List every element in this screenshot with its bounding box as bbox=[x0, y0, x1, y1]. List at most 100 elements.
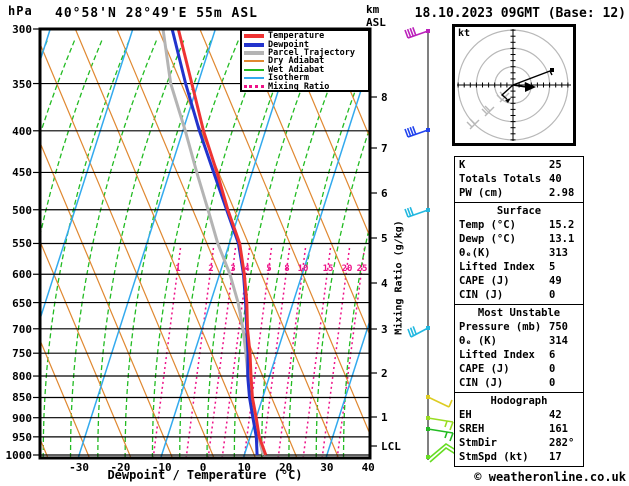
pressure-gridlines bbox=[33, 28, 370, 456]
panel-row-label: θₑ(K) bbox=[459, 247, 491, 259]
panel-row-value: 17 bbox=[549, 451, 562, 463]
panel-row-value: 161 bbox=[549, 423, 568, 435]
hodograph-unit-label: kt bbox=[458, 28, 471, 39]
km-tick-label: 5 bbox=[381, 232, 388, 245]
panel-row-label: CIN (J) bbox=[459, 377, 504, 389]
lcl-label: LCL bbox=[381, 440, 401, 453]
panel-row-label: StmSpd (kt) bbox=[459, 451, 529, 463]
pressure-tick-label: 950 bbox=[12, 430, 32, 444]
legend-swatch bbox=[244, 34, 264, 39]
sounding-curves bbox=[161, 29, 268, 456]
legend-swatch bbox=[244, 42, 264, 47]
panel-row-value: 313 bbox=[549, 247, 568, 259]
panel-row: Totals Totals 40 bbox=[455, 172, 583, 186]
mixing-ratio-label: 25 bbox=[357, 264, 368, 274]
legend-swatch bbox=[244, 77, 264, 80]
km-tick-label: 7 bbox=[381, 142, 388, 155]
panel-section: K 25 Totals Totals 40 PW (cm) 2.98 bbox=[454, 156, 584, 203]
panel-row: Dewp (°C) 13.1 bbox=[455, 232, 583, 246]
skewt-sounding-page: hPa 40°58'N 28°49'E 55m ASL km ASL 18.10… bbox=[0, 0, 629, 486]
pressure-tick-label: 350 bbox=[12, 77, 32, 91]
legend-swatch bbox=[244, 50, 264, 55]
legend-label: Temperature bbox=[268, 31, 325, 42]
wind-barb-300hPa bbox=[404, 27, 430, 39]
wind-barb-column bbox=[404, 27, 460, 463]
km-tick-label: 4 bbox=[381, 277, 388, 290]
hodograph bbox=[452, 24, 576, 146]
panel-row-label: PW (cm) bbox=[459, 187, 504, 199]
panel-row-value: 15.2 bbox=[549, 219, 575, 231]
panel-row-value: 0 bbox=[549, 377, 556, 389]
wind-barb-850hPa bbox=[426, 395, 453, 408]
panel-row: PW (cm) 2.98 bbox=[455, 186, 583, 200]
panel-row-label: CAPE (J) bbox=[459, 363, 510, 375]
panel-row-label: StmDir bbox=[459, 437, 497, 449]
panel-row: Pressure (mb) 750 bbox=[455, 320, 583, 334]
panel-row: CIN (J) 0 bbox=[455, 288, 583, 302]
panel-row-value: 49 bbox=[549, 275, 562, 287]
mixing-ratio-label: 20 bbox=[342, 264, 353, 274]
panel-row-label: Lifted Index bbox=[459, 349, 535, 361]
indices-panel: K 25 Totals Totals 40 PW (cm) 2.98 Surface Temp… bbox=[454, 156, 584, 467]
panel-row-label: Temp (°C) bbox=[459, 219, 516, 231]
pressure-tick-label: 850 bbox=[12, 391, 32, 405]
panel-row: K 25 bbox=[455, 158, 583, 172]
panel-row: Lifted Index 6 bbox=[455, 348, 583, 362]
panel-row-value: 42 bbox=[549, 409, 562, 421]
wind-barb-900hPa bbox=[426, 416, 454, 431]
mixing-ratio-label: 2 bbox=[208, 264, 213, 274]
panel-row-value: 314 bbox=[549, 335, 568, 347]
legend-label: Mixing Ratio bbox=[268, 81, 330, 92]
wind-barb-400hPa bbox=[404, 126, 430, 138]
panel-row: θₑ (K) 314 bbox=[455, 334, 583, 348]
km-tick-label: 6 bbox=[381, 187, 388, 200]
panel-section: Most Unstable Pressure (mb) 750 θₑ (K) 314 Li… bbox=[454, 304, 584, 393]
km-tick-label: 1 bbox=[381, 411, 388, 424]
km-tick-label: 2 bbox=[381, 367, 388, 380]
mixing-ratio-labels: 1 2 3 4 5 8 10 15 20 25 bbox=[175, 264, 367, 274]
panel-row: Temp (°C) 15.2 bbox=[455, 218, 583, 232]
legend-row: Mixing Ratio bbox=[244, 81, 368, 92]
copyright: © weatheronline.co.uk bbox=[474, 470, 626, 484]
panel-section-header: Hodograph bbox=[490, 395, 548, 407]
legend-label: Isotherm bbox=[268, 73, 309, 84]
panel-row-label: Totals Totals bbox=[459, 173, 542, 185]
panel-row: CAPE (J) 0 bbox=[455, 362, 583, 376]
pressure-tick-label: 550 bbox=[12, 237, 32, 251]
panel-row-label: SREH bbox=[459, 423, 485, 435]
pressure-tick-label: 600 bbox=[12, 268, 32, 282]
panel-row: StmDir 282° bbox=[455, 436, 583, 450]
pressure-tick-label: 1000 bbox=[5, 448, 33, 462]
mixing-ratio-axis-title: Mixing Ratio (g/kg) bbox=[393, 220, 405, 335]
panel-section: Surface Temp (°C) 15.2 Dewp (°C) 13.1 θₑ(K) 31… bbox=[454, 202, 584, 305]
panel-row: Lifted Index 5 bbox=[455, 260, 583, 274]
mixing-ratio-label: 10 bbox=[298, 264, 309, 274]
panel-row-value: 40 bbox=[549, 173, 562, 185]
panel-row-label: Lifted Index bbox=[459, 261, 535, 273]
panel-row-value: 282° bbox=[549, 437, 575, 449]
pressure-tick-label: 800 bbox=[12, 370, 32, 384]
panel-row: CIN (J) 0 bbox=[455, 376, 583, 390]
wind-barb-700hPa bbox=[407, 326, 430, 338]
panel-row-label: Dewp (°C) bbox=[459, 233, 516, 245]
legend-swatch bbox=[244, 68, 264, 71]
panel-row: θₑ(K) 313 bbox=[455, 246, 583, 260]
panel-row-value: 750 bbox=[549, 321, 568, 333]
mixing-ratio-label: 5 bbox=[266, 264, 271, 274]
panel-row-label: EH bbox=[459, 409, 472, 421]
panel-section-header: Surface bbox=[496, 205, 542, 217]
pressure-tick-label: 650 bbox=[12, 296, 32, 310]
mixing-ratio-label: 1 bbox=[175, 264, 180, 274]
panel-row-value: 2.98 bbox=[549, 187, 575, 199]
panel-section: Hodograph EH 42 SREH 161 StmDir 282° StmSpd (kt… bbox=[454, 392, 584, 467]
panel-row-label: CIN (J) bbox=[459, 289, 504, 301]
legend-box: Temperature Dewpoint Parcel Trajectory Dry … bbox=[240, 29, 370, 92]
pressure-tick-label: 900 bbox=[12, 411, 32, 425]
pressure-tick-label: 750 bbox=[12, 347, 32, 361]
mixing-ratio-label: 3 bbox=[230, 264, 235, 274]
panel-row-value: 0 bbox=[549, 289, 556, 301]
panel-row-label: Pressure (mb) bbox=[459, 321, 542, 333]
panel-section-header: Most Unstable bbox=[477, 307, 561, 319]
mixing-ratio-label: 4 bbox=[244, 264, 250, 274]
panel-row-label: K bbox=[459, 159, 466, 171]
